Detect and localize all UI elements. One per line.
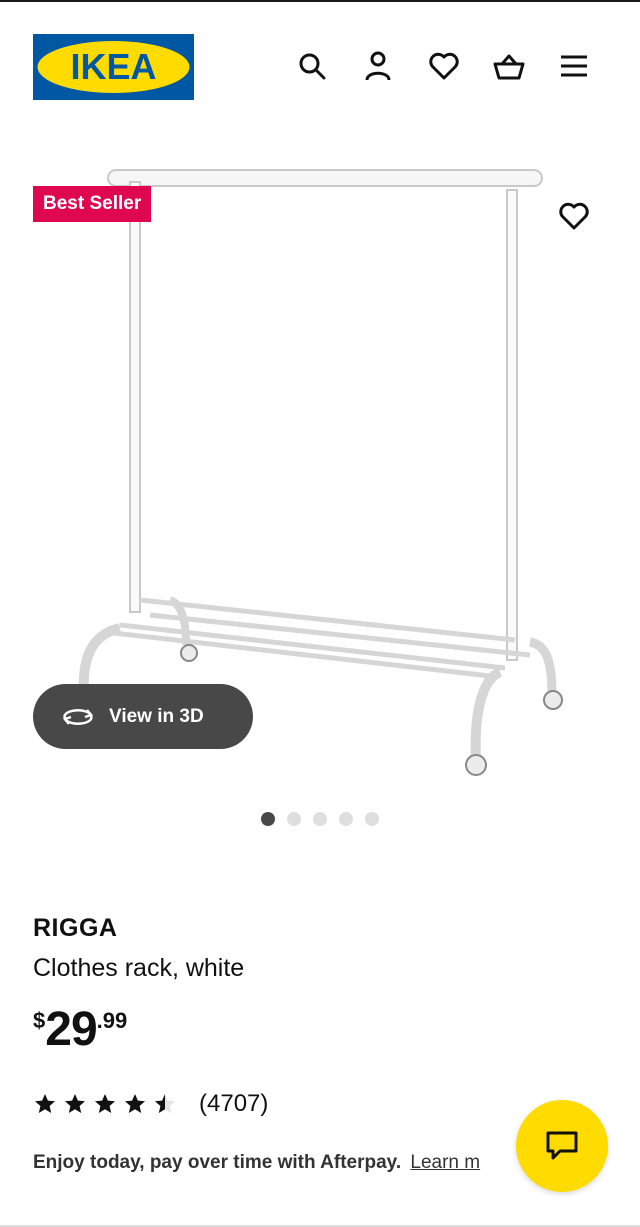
- price-currency: $: [33, 1008, 46, 1033]
- menu-icon: [561, 55, 587, 77]
- cart-button[interactable]: [491, 48, 527, 84]
- account-icon: [365, 51, 391, 81]
- carousel-dot-3[interactable]: [313, 812, 327, 826]
- account-button[interactable]: [360, 48, 396, 84]
- image-carousel-dots: [261, 812, 379, 826]
- star-half-icon: [155, 1094, 175, 1113]
- product-price: $ 29 .99: [33, 1004, 127, 1056]
- afterpay-learn-more-link[interactable]: Learn m: [410, 1152, 480, 1173]
- rotate-3d-icon: [62, 708, 94, 725]
- view-in-3d-label: View in 3D: [109, 705, 204, 727]
- carousel-dot-2[interactable]: [287, 812, 301, 826]
- search-button[interactable]: [294, 48, 330, 84]
- carousel-dot-5[interactable]: [365, 812, 379, 826]
- heart-icon: [429, 52, 459, 80]
- star-full-icon: [95, 1094, 115, 1113]
- ikea-logo[interactable]: IKEA: [33, 34, 194, 100]
- carousel-dot-1[interactable]: [261, 812, 275, 826]
- price-integer: 29: [45, 1003, 97, 1056]
- view-in-3d-button[interactable]: View in 3D: [33, 684, 253, 749]
- product-name: RIGGA: [33, 914, 118, 942]
- star-full-icon: [35, 1094, 55, 1113]
- review-count[interactable]: (4707): [199, 1090, 268, 1118]
- chat-icon: [546, 1131, 578, 1160]
- favorites-button[interactable]: [426, 48, 462, 84]
- chat-button[interactable]: [516, 1100, 608, 1192]
- star-full-icon: [65, 1094, 85, 1113]
- product-rating[interactable]: (4707): [33, 1090, 268, 1118]
- menu-button[interactable]: [556, 48, 592, 84]
- top-border: [0, 0, 640, 2]
- cart-icon: [493, 54, 525, 80]
- best-seller-badge: Best Seller: [33, 186, 152, 222]
- afterpay-text: Enjoy today, pay over time with Afterpay…: [33, 1152, 402, 1173]
- price-decimal: .99: [96, 1008, 128, 1033]
- star-full-icon: [125, 1094, 145, 1113]
- logo-text: IKEA: [70, 46, 156, 87]
- afterpay-message: Enjoy today, pay over time with Afterpay…: [33, 1152, 480, 1174]
- product-description: Clothes rack, white: [33, 954, 245, 982]
- carousel-dot-4[interactable]: [339, 812, 353, 826]
- heart-icon: [559, 202, 589, 230]
- product-favorite-button[interactable]: [556, 198, 592, 234]
- search-icon: [299, 53, 326, 80]
